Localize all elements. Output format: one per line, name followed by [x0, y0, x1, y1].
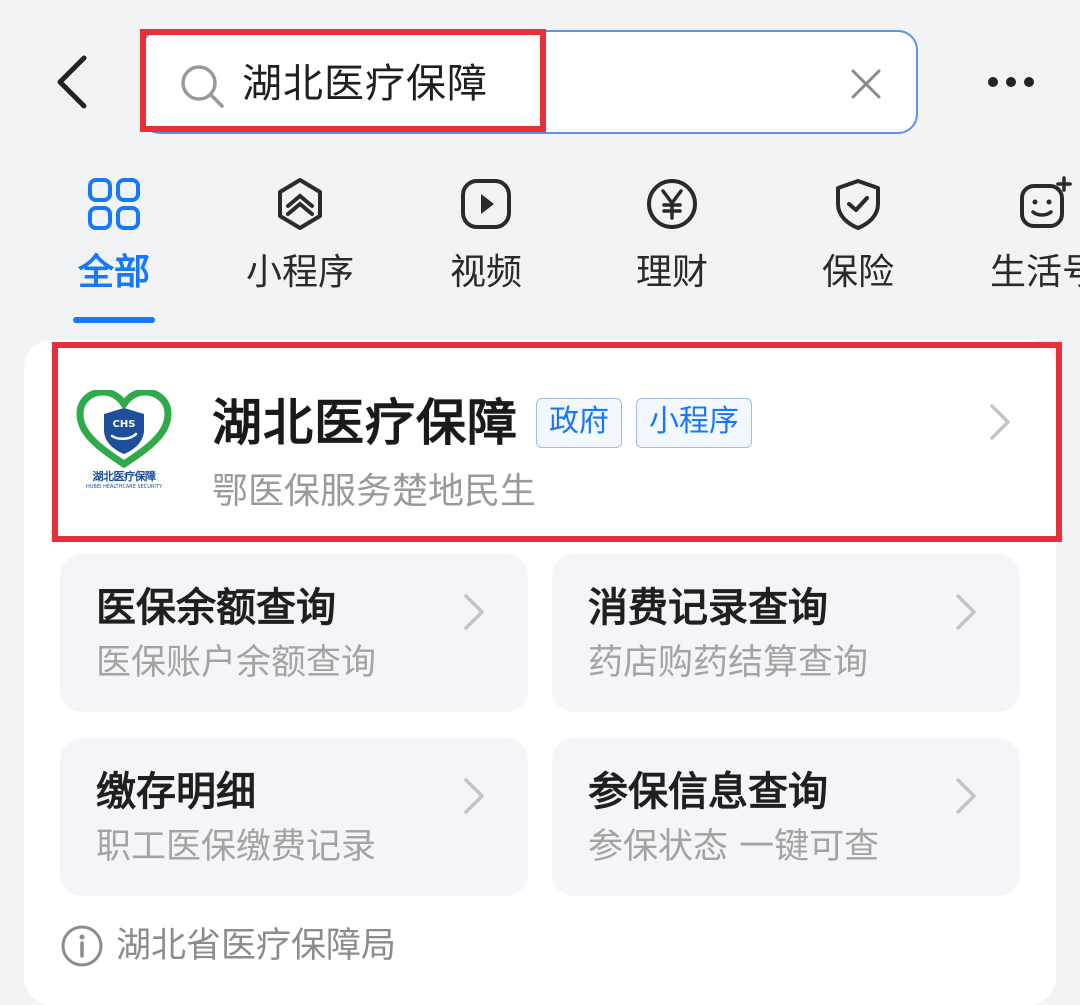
service-consumption-records[interactable]: 消费记录查询 药店购药结算查询: [552, 554, 1020, 712]
back-button[interactable]: [44, 50, 100, 114]
service-title: 参保信息查询: [588, 769, 828, 815]
tab-insurance[interactable]: 保险: [783, 172, 933, 312]
chevron-right-icon: [990, 404, 1010, 440]
service-subtitle: 职工医保缴费记录: [96, 827, 377, 867]
info-icon: [61, 925, 103, 967]
mini-app-result[interactable]: CHS 湖北医疗保障 HUBEI HEALTHCARE SECURITY 湖北医…: [60, 350, 1056, 536]
tab-label: 小程序: [245, 252, 354, 293]
government-badge: 政府: [536, 398, 622, 448]
active-tab-indicator: [73, 317, 155, 323]
mini-app-description: 鄂医保服务楚地民生: [212, 471, 537, 512]
logo-subcaption: HUBEI HEALTHCARE SECURITY: [86, 484, 162, 490]
back-arrow-icon: [57, 55, 87, 109]
hubei-healthcare-logo: CHS 湖北医疗保障 HUBEI HEALTHCARE SECURITY: [74, 388, 174, 500]
more-dots-icon: [988, 77, 1034, 87]
chevron-right-icon: [464, 778, 484, 814]
logo-mark: CHS: [113, 419, 136, 430]
tab-all[interactable]: 全部: [39, 172, 189, 312]
chevron-right-icon: [464, 594, 484, 630]
service-subtitle: 药店购药结算查询: [588, 643, 869, 683]
search-input[interactable]: 湖北医疗保障: [242, 54, 488, 114]
shield-check-icon: [826, 172, 890, 236]
tab-label: 理财: [635, 252, 708, 293]
service-title: 消费记录查询: [588, 585, 828, 631]
service-enrollment-info[interactable]: 参保信息查询 参保状态 一键可查: [552, 738, 1020, 896]
logo-caption: 湖北医疗保障: [92, 470, 157, 483]
tab-label: 保险: [821, 252, 894, 293]
service-subtitle: 医保账户余额查询: [96, 643, 377, 683]
play-icon: [454, 172, 518, 236]
provider-info[interactable]: 湖北省医疗保障局: [60, 918, 396, 974]
tab-label: 全部: [77, 252, 150, 293]
tab-label: 视频: [449, 252, 522, 293]
service-payment-details[interactable]: 缴存明细 职工医保缴费记录: [60, 738, 528, 896]
service-subtitle: 参保状态 一键可查: [588, 827, 880, 867]
tab-life-account[interactable]: 生活号: [969, 172, 1080, 312]
chevron-right-icon: [956, 594, 976, 630]
tab-finance[interactable]: 理财: [597, 172, 747, 312]
service-balance-query[interactable]: 医保余额查询 医保账户余额查询: [60, 554, 528, 712]
yen-icon: [640, 172, 704, 236]
grid-icon: [82, 172, 146, 236]
chevron-right-icon: [956, 778, 976, 814]
life-account-icon: [1012, 172, 1076, 236]
mini-program-badge: 小程序: [636, 398, 752, 448]
tab-label: 生活号: [989, 252, 1080, 293]
provider-name: 湖北省医疗保障局: [116, 926, 397, 966]
mini-app-title: 湖北医疗保障: [212, 394, 518, 452]
search-icon: [181, 65, 224, 108]
clear-search-button[interactable]: [844, 62, 888, 106]
tab-mini-program[interactable]: 小程序: [225, 172, 375, 312]
service-title: 医保余额查询: [96, 585, 336, 631]
more-button[interactable]: [980, 62, 1042, 102]
close-icon: [851, 69, 881, 99]
mini-program-icon: [268, 172, 332, 236]
search-bar[interactable]: 湖北医疗保障: [140, 30, 918, 134]
tab-video[interactable]: 视频: [411, 172, 561, 312]
service-title: 缴存明细: [96, 769, 256, 815]
